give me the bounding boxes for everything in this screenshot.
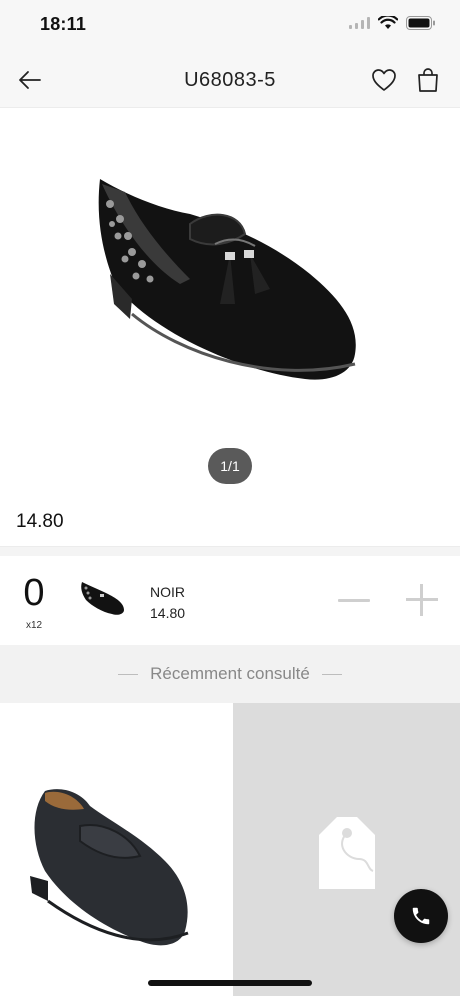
favorite-button[interactable]: [370, 66, 398, 94]
recently-viewed-header: Récemment consulté: [0, 645, 460, 703]
nav-bar: U68083-5: [0, 50, 460, 108]
status-icons: [349, 16, 436, 30]
recently-viewed-title: Récemment consulté: [150, 664, 310, 683]
home-indicator[interactable]: [148, 980, 312, 986]
shopping-bag-icon: [418, 68, 438, 92]
decrease-quantity-button[interactable]: [336, 584, 372, 616]
variant-price: 14.80: [150, 605, 186, 621]
recent-product-image: [30, 789, 189, 946]
price-tag-placeholder-icon: [319, 817, 375, 889]
cart-button[interactable]: [414, 66, 442, 94]
image-pager: 1/1: [208, 448, 252, 484]
variant-color: NOIR: [150, 584, 185, 600]
product-gallery[interactable]: 1/1: [0, 109, 460, 499]
header-line-right: [321, 673, 342, 675]
signal-icon: [349, 17, 370, 29]
phone-icon: [412, 907, 430, 925]
section-divider: [0, 546, 460, 556]
recent-product-card[interactable]: [0, 703, 233, 996]
increase-quantity-button[interactable]: [404, 582, 440, 618]
call-button[interactable]: [394, 889, 448, 943]
variant-row: 0 x12 NOIR 14.80: [0, 556, 460, 645]
battery-icon: [406, 16, 435, 30]
status-time: 18:11: [40, 14, 87, 34]
product-image: [98, 179, 356, 380]
header-line-left: [118, 673, 139, 675]
variant-thumbnail: [81, 582, 124, 615]
recently-viewed-grid: [0, 703, 460, 996]
variant-pack-size: x12: [26, 620, 43, 631]
wifi-icon: [378, 16, 398, 29]
heart-icon: [372, 69, 396, 91]
product-price: 14.80: [16, 511, 64, 532]
recent-product-card[interactable]: [233, 703, 460, 996]
variant-quantity: 0: [23, 572, 45, 614]
minus-icon: [338, 598, 370, 602]
status-bar: 18:11: [0, 0, 460, 50]
